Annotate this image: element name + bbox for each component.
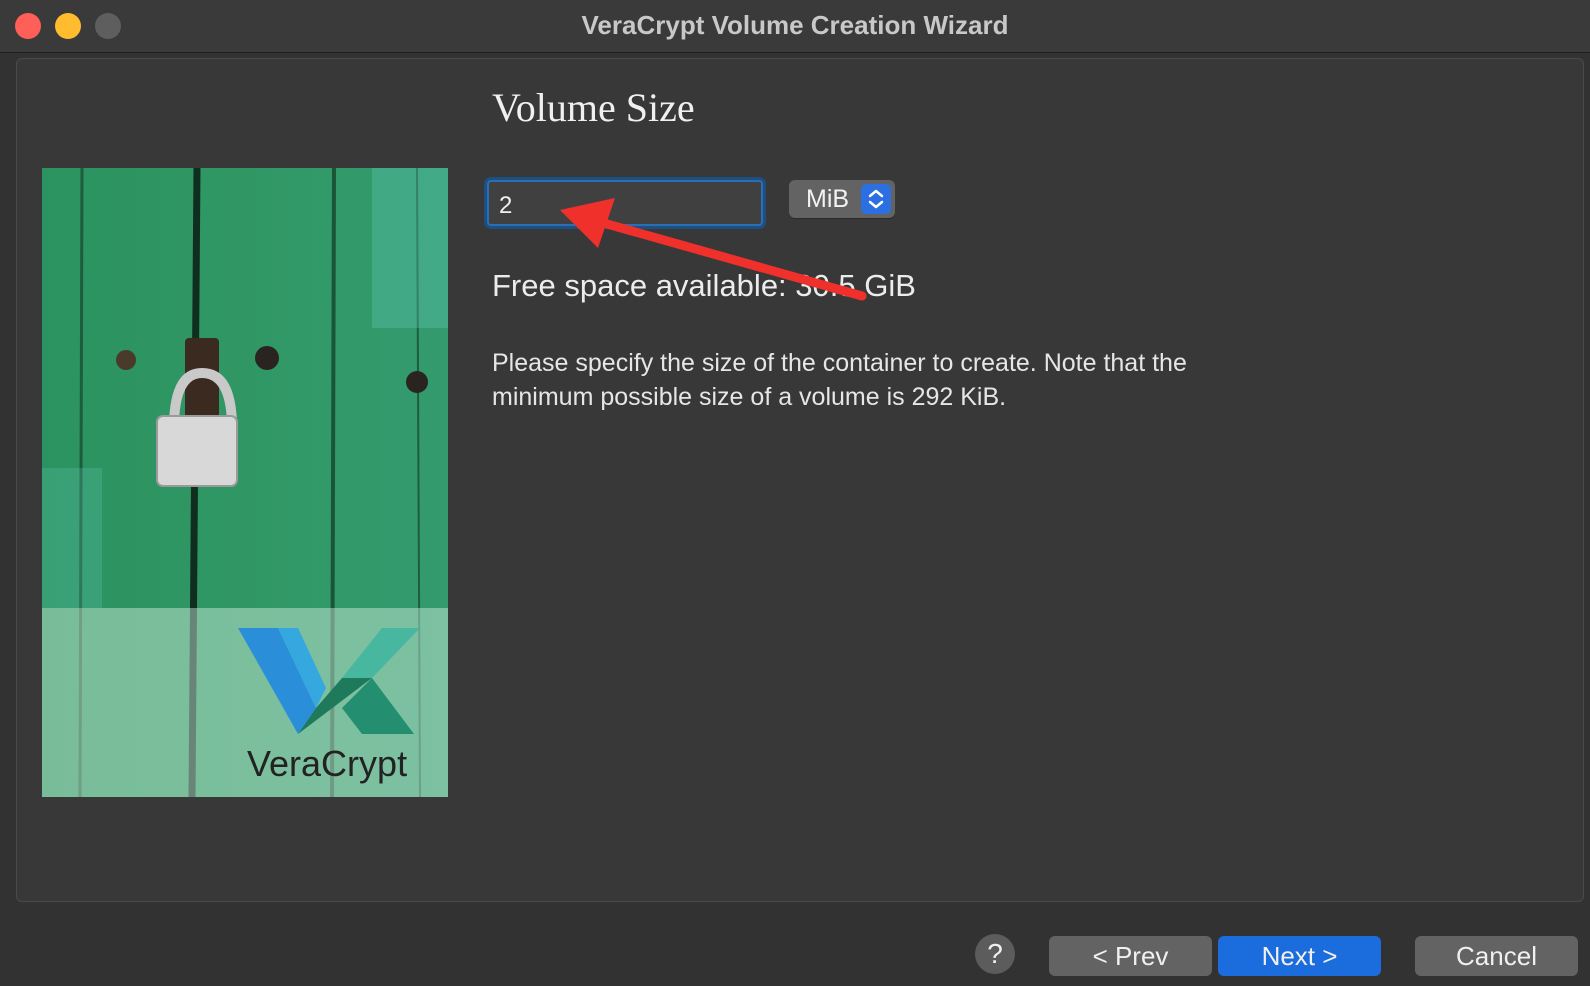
title-bar: VeraCrypt Volume Creation Wizard: [0, 0, 1590, 53]
size-unit-value: MiB: [806, 185, 850, 213]
chevron-up-down-icon: [861, 184, 891, 214]
wizard-side-image: VeraCrypt: [42, 168, 448, 797]
veracrypt-logo: VeraCrypt: [247, 743, 407, 784]
window-title: VeraCrypt Volume Creation Wizard: [581, 10, 1009, 40]
size-unit-select[interactable]: MiB: [789, 180, 895, 218]
next-button[interactable]: Next >: [1218, 936, 1381, 976]
help-button[interactable]: ?: [975, 934, 1015, 974]
cancel-button[interactable]: Cancel: [1415, 936, 1578, 976]
free-space-label: Free space available: 30.5 GiB: [492, 268, 916, 303]
volume-size-input[interactable]: [487, 180, 763, 226]
size-description: Please specify the size of the container…: [492, 349, 1187, 411]
page-title: Volume Size: [492, 85, 695, 130]
prev-button[interactable]: < Prev: [1049, 936, 1212, 976]
